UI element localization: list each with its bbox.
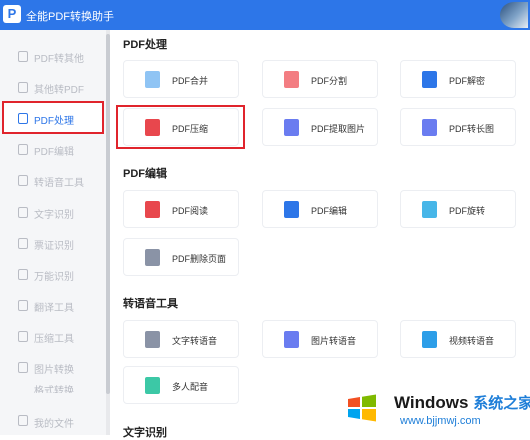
card-label: PDF删除页面: [172, 254, 227, 264]
pdf-merge-icon: [145, 71, 160, 88]
card-multi-voice-dubbing[interactable]: 多人配音: [123, 366, 239, 404]
card-label: 文字转语音: [172, 336, 218, 346]
card-label: PDF转长图: [449, 124, 495, 134]
card-pdf-edit[interactable]: PDF编辑: [262, 190, 378, 228]
sidebar-item-universal-ocr[interactable]: 万能识别: [0, 260, 106, 290]
card-pdf-read[interactable]: PDF阅读: [123, 190, 239, 228]
app-logo-icon: P: [3, 5, 21, 23]
translate-icon: [18, 300, 28, 311]
trash-icon: [145, 249, 160, 266]
card-label: PDF旋转: [449, 206, 486, 216]
universal-ocr-icon: [18, 269, 28, 280]
sidebar-item-label: 格式转换: [34, 386, 74, 393]
sidebar-item-label: 压缩工具: [34, 334, 74, 345]
title-bar: P 全能PDF转换助手: [0, 0, 530, 30]
card-label: PDF分割: [311, 76, 348, 86]
watermark-brand-text: Windows: [394, 393, 469, 412]
windows-logo-icon: [348, 394, 376, 422]
sidebar-item-my-files[interactable]: 我的文件: [0, 407, 106, 435]
sidebar-item-image-convert[interactable]: 图片转换: [0, 353, 106, 383]
sidebar-item-other-to-pdf[interactable]: 其他转PDF: [0, 73, 106, 103]
sidebar-item-voice-tools[interactable]: 转语音工具: [0, 166, 106, 196]
sidebar-scrollbar-thumb[interactable]: [106, 34, 110, 394]
lock-icon: [422, 71, 437, 88]
sidebar-item-pdf-to-other[interactable]: PDF转其他: [0, 42, 106, 72]
watermark-url: www.bjjmwj.com: [400, 415, 481, 427]
ticket-ocr-icon: [18, 238, 28, 249]
watermark: Windows 系统之家 www.bjjmwj.com: [338, 382, 530, 435]
sidebar-item-label: PDF编辑: [34, 147, 74, 158]
sidebar-item-label: 我的文件: [34, 419, 74, 430]
sidebar-item-label: PDF转其他: [34, 54, 84, 65]
card-image-to-speech[interactable]: 图片转语音: [262, 320, 378, 358]
sidebar-item-label: 票证识别: [34, 241, 74, 252]
compress-icon: [18, 331, 28, 342]
sidebar-item-format-convert[interactable]: 格式转换: [0, 381, 106, 393]
pdf-to-other-icon: [18, 51, 28, 62]
sidebar-item-label: 翻译工具: [34, 303, 74, 314]
card-label: PDF解密: [449, 76, 486, 86]
sidebar-item-text-ocr[interactable]: 文字识别: [0, 198, 106, 228]
card-video-to-speech[interactable]: 视频转语音: [400, 320, 516, 358]
card-label: PDF阅读: [172, 206, 209, 216]
rotate-icon: [422, 201, 437, 218]
text-ocr-icon: [18, 207, 28, 218]
card-label: 多人配音: [172, 382, 209, 392]
card-pdf-split[interactable]: PDF分割: [262, 60, 378, 98]
section-title-voice-tools: 转语音工具: [123, 298, 178, 310]
long-image-icon: [422, 119, 437, 136]
pencil-icon: [284, 201, 299, 218]
sidebar-item-ticket-ocr[interactable]: 票证识别: [0, 229, 106, 259]
sidebar-item-label: 转语音工具: [34, 178, 84, 189]
section-title-pdf-edit: PDF编辑: [123, 168, 167, 180]
sidebar-item-label: 其他转PDF: [34, 85, 84, 96]
card-text-to-speech[interactable]: 文字转语音: [123, 320, 239, 358]
sidebar-item-pdf-edit[interactable]: PDF编辑: [0, 135, 106, 165]
image-icon: [284, 331, 299, 348]
pdf-split-icon: [284, 71, 299, 88]
sidebar-item-compress[interactable]: 压缩工具: [0, 322, 106, 352]
other-to-pdf-icon: [18, 82, 28, 93]
avatar[interactable]: [500, 2, 528, 28]
image-icon: [284, 119, 299, 136]
card-pdf-merge[interactable]: PDF合并: [123, 60, 239, 98]
card-pdf-delete-pages[interactable]: PDF删除页面: [123, 238, 239, 276]
voice-tools-icon: [18, 175, 28, 186]
image-convert-icon: [18, 362, 28, 373]
video-play-icon: [422, 331, 437, 348]
sidebar-item-label: 万能识别: [34, 272, 74, 283]
pdf-process-icon: [18, 113, 28, 124]
card-label: PDF合并: [172, 76, 209, 86]
card-pdf-extract-images[interactable]: PDF提取图片: [262, 108, 378, 146]
watermark-brand: Windows 系统之家: [394, 392, 530, 413]
sidebar-item-label: 图片转换: [34, 365, 74, 376]
book-icon: [145, 201, 160, 218]
card-label: 图片转语音: [311, 336, 357, 346]
watermark-cn-text: 系统之家: [473, 395, 530, 412]
app-title: 全能PDF转换助手: [26, 11, 114, 23]
card-label: PDF提取图片: [311, 124, 366, 134]
text-t-icon: [145, 331, 160, 348]
card-pdf-rotate[interactable]: PDF旋转: [400, 190, 516, 228]
card-pdf-to-long-image[interactable]: PDF转长图: [400, 108, 516, 146]
people-icon: [145, 377, 160, 394]
selected-card-highlight: [116, 105, 245, 149]
sidebar-item-pdf-process[interactable]: PDF处理: [0, 104, 106, 134]
sidebar-item-translate[interactable]: 翻译工具: [0, 291, 106, 321]
section-title-pdf-process: PDF处理: [123, 39, 167, 51]
pdf-edit-icon: [18, 144, 28, 155]
section-title-text-ocr: 文字识别: [123, 427, 167, 439]
folder-icon: [18, 415, 28, 426]
card-label: PDF编辑: [311, 206, 348, 216]
card-pdf-decrypt[interactable]: PDF解密: [400, 60, 516, 98]
sidebar-item-label: 文字识别: [34, 210, 74, 221]
card-label: 视频转语音: [449, 336, 495, 346]
sidebar-item-label: PDF处理: [34, 116, 74, 127]
